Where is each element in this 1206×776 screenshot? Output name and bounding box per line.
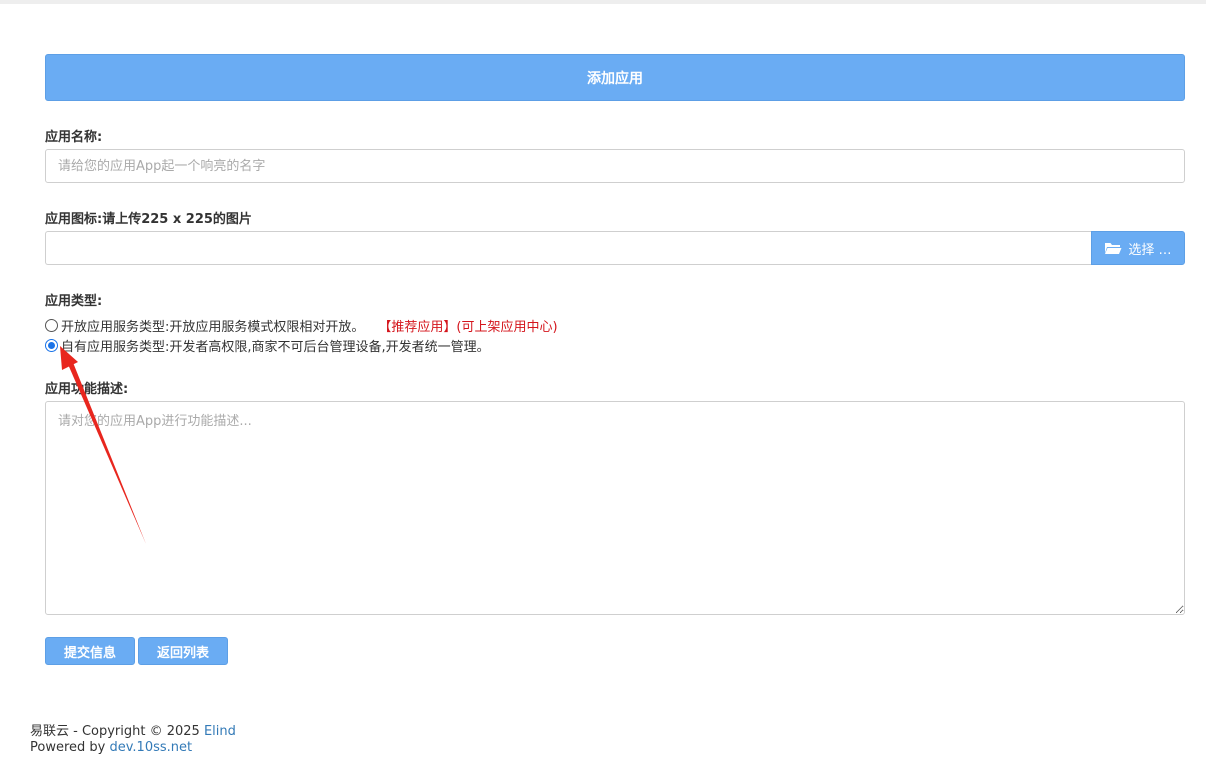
radio-own[interactable]	[45, 339, 58, 352]
app-type-option-open[interactable]: 开放应用服务类型:开放应用服务模式权限相对开放。 【推荐应用】(可上架应用中心)	[45, 316, 558, 335]
footer-powered: Powered by dev.10ss.net	[30, 740, 192, 755]
app-icon-file-field[interactable]	[45, 231, 1091, 265]
app-name-label: 应用名称:	[45, 130, 103, 145]
dev-site-link[interactable]: dev.10ss.net	[109, 740, 192, 755]
app-type-own-text: 自有应用服务类型:开发者高权限,商家不可后台管理设备,开发者统一管理。	[61, 340, 490, 355]
app-name-input[interactable]	[45, 149, 1185, 183]
app-icon-label: 应用图标:请上传225 x 225的图片	[45, 212, 252, 227]
copyright-text: 易联云 - Copyright © 2025	[30, 724, 204, 739]
app-description-textarea[interactable]	[45, 401, 1185, 615]
app-icon-upload: 选择 …	[45, 231, 1185, 265]
recommend-note: 【推荐应用】(可上架应用中心)	[378, 320, 558, 335]
radio-open[interactable]	[45, 319, 58, 332]
page-title-bar: 添加应用	[45, 54, 1185, 101]
app-type-option-own[interactable]: 自有应用服务类型:开发者高权限,商家不可后台管理设备,开发者统一管理。	[45, 336, 490, 355]
app-description-label: 应用功能描述:	[45, 382, 129, 397]
powered-text: Powered by	[30, 740, 110, 755]
submit-button[interactable]: 提交信息	[45, 637, 135, 665]
app-type-open-text: 开放应用服务类型:开放应用服务模式权限相对开放。	[61, 320, 365, 335]
footer-copyright: 易联云 - Copyright © 2025 Elind	[30, 720, 236, 739]
folder-open-icon	[1104, 241, 1122, 255]
top-border	[0, 0, 1206, 4]
choose-file-label: 选择 …	[1128, 242, 1172, 258]
choose-file-button[interactable]: 选择 …	[1091, 231, 1185, 265]
page-title: 添加应用	[587, 70, 643, 87]
back-to-list-button[interactable]: 返回列表	[138, 637, 228, 665]
app-type-label: 应用类型:	[45, 294, 103, 309]
elind-link[interactable]: Elind	[204, 724, 236, 739]
